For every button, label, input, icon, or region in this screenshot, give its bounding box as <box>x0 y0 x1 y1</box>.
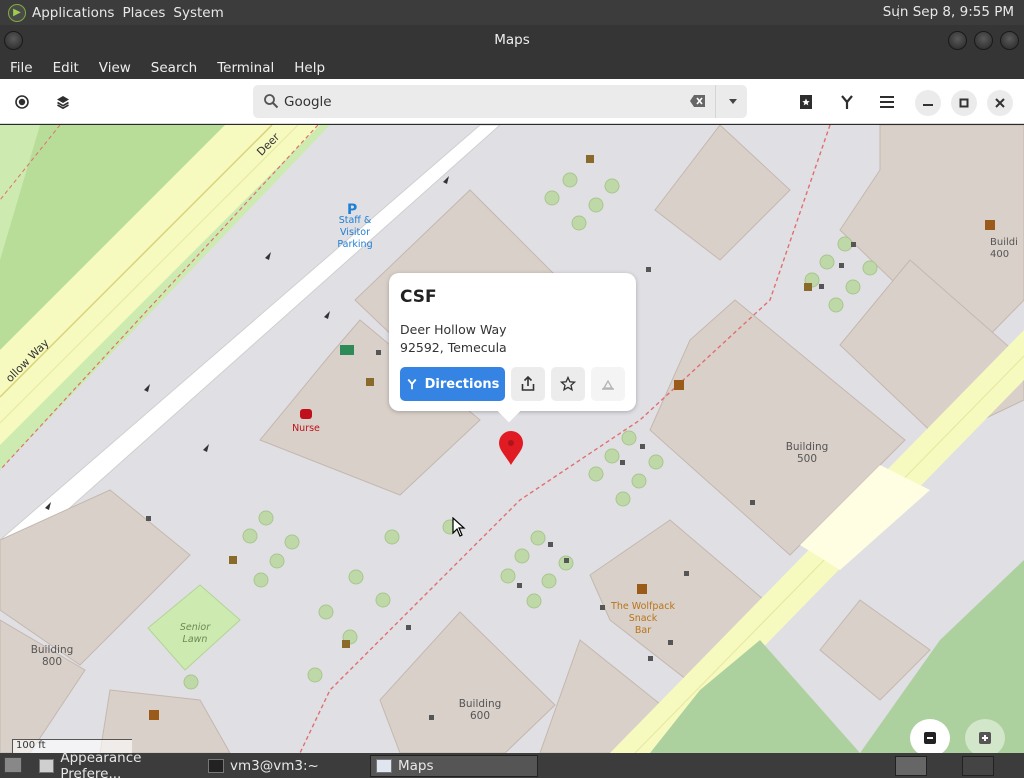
appearance-app-icon <box>39 759 55 773</box>
terminal-app-icon <box>208 759 224 773</box>
place-name: CSF <box>400 287 437 307</box>
system-menu[interactable]: System <box>173 5 231 21</box>
location-pin-icon <box>499 431 523 465</box>
directions-button[interactable]: Directions <box>400 367 505 401</box>
workspace-switcher-1[interactable] <box>895 756 927 776</box>
menu-view[interactable]: View <box>99 60 131 76</box>
minus-icon <box>924 732 936 744</box>
task-maps[interactable]: Maps <box>370 755 538 777</box>
search-bar <box>253 85 747 118</box>
route-icon <box>406 378 418 390</box>
place-city: 92592, Temecula <box>400 340 507 355</box>
menu-help[interactable]: Help <box>294 60 325 76</box>
show-desktop-icon[interactable] <box>4 757 22 773</box>
task-terminal[interactable]: vm3@vm3:~ <box>203 755 367 777</box>
taskbar: Appearance Prefere... vm3@vm3:~ Maps <box>0 750 1024 778</box>
window-titlebar[interactable]: Maps <box>0 25 1024 57</box>
minimize-window-button[interactable] <box>948 31 967 50</box>
main-menu-icon[interactable] <box>874 89 900 115</box>
workspace-switcher-2[interactable] <box>962 756 994 776</box>
share-button[interactable] <box>511 367 545 401</box>
plus-icon <box>979 732 991 744</box>
senior-lawn-label: Senior Lawn <box>179 622 211 645</box>
search-icon <box>263 93 279 113</box>
route-planner-icon[interactable] <box>834 89 860 115</box>
maximize-window-button[interactable] <box>974 31 993 50</box>
task-label: Appearance Prefere... <box>60 750 142 778</box>
task-appearance-preferences[interactable]: Appearance Prefere... <box>34 750 200 778</box>
maximize-app-button[interactable] <box>951 90 977 116</box>
nurse-label: Nurse <box>292 423 320 434</box>
menubar: File Edit View Search Terminal Help <box>0 57 1024 79</box>
zoom-out-button[interactable] <box>910 719 950 757</box>
applications-menu[interactable]: Applications <box>32 5 122 21</box>
task-label: vm3@vm3:~ <box>230 758 319 774</box>
clock[interactable]: Sun Sep 8, 9:55 PM <box>883 4 1014 20</box>
close-window-button[interactable] <box>1000 31 1019 50</box>
search-provider-dropdown-icon[interactable] <box>725 93 741 113</box>
menu-file[interactable]: File <box>10 60 33 76</box>
menu-search[interactable]: Search <box>151 60 197 76</box>
place-popover: CSF Deer Hollow Way 92592, Temecula Dire… <box>389 273 636 423</box>
place-street: Deer Hollow Way <box>400 322 507 337</box>
places-menu[interactable]: Places <box>122 5 173 21</box>
building-800-label: Building 800 <box>30 644 74 668</box>
menu-terminal[interactable]: Terminal <box>217 60 274 76</box>
window-menu-button[interactable] <box>4 31 23 50</box>
window-title: Maps <box>494 32 530 48</box>
top-panel: ▶ Applications Places System Sun Sep 8, … <box>0 0 1024 25</box>
search-input[interactable] <box>284 91 674 113</box>
maps-headerbar <box>0 79 1024 124</box>
parking-label: Staff & Visitor Parking <box>337 215 373 250</box>
layers-icon[interactable] <box>50 89 76 115</box>
zoom-in-button[interactable] <box>965 719 1005 757</box>
directions-label: Directions <box>424 376 500 392</box>
map-canvas: P <box>0 125 1024 753</box>
search-separator <box>715 85 716 118</box>
send-icon <box>600 376 616 392</box>
building-500-label: Building 500 <box>785 441 829 465</box>
favorites-icon[interactable] <box>793 89 819 115</box>
map-view[interactable]: P Deer ollow Way Staff & Visitor Parking N… <box>0 125 1024 753</box>
clear-search-icon[interactable] <box>689 93 707 113</box>
favorite-button[interactable] <box>551 367 585 401</box>
snack-bar-label: The Wolfpack Snack Bar <box>611 601 675 636</box>
minimize-app-button[interactable] <box>915 90 941 116</box>
building-600-label: Building 600 <box>458 698 502 722</box>
mouse-cursor-icon <box>452 516 466 541</box>
star-icon <box>560 376 576 392</box>
maps-app-icon <box>376 759 392 773</box>
current-location-icon[interactable] <box>9 89 35 115</box>
close-app-button[interactable] <box>987 90 1013 116</box>
building-400-label: Buildi 400 <box>990 237 1018 260</box>
send-to-device-button[interactable] <box>591 367 625 401</box>
task-label: Maps <box>398 758 434 774</box>
distro-logo-icon[interactable]: ▶ <box>8 3 26 22</box>
menu-edit[interactable]: Edit <box>53 60 79 76</box>
share-icon <box>520 376 536 392</box>
